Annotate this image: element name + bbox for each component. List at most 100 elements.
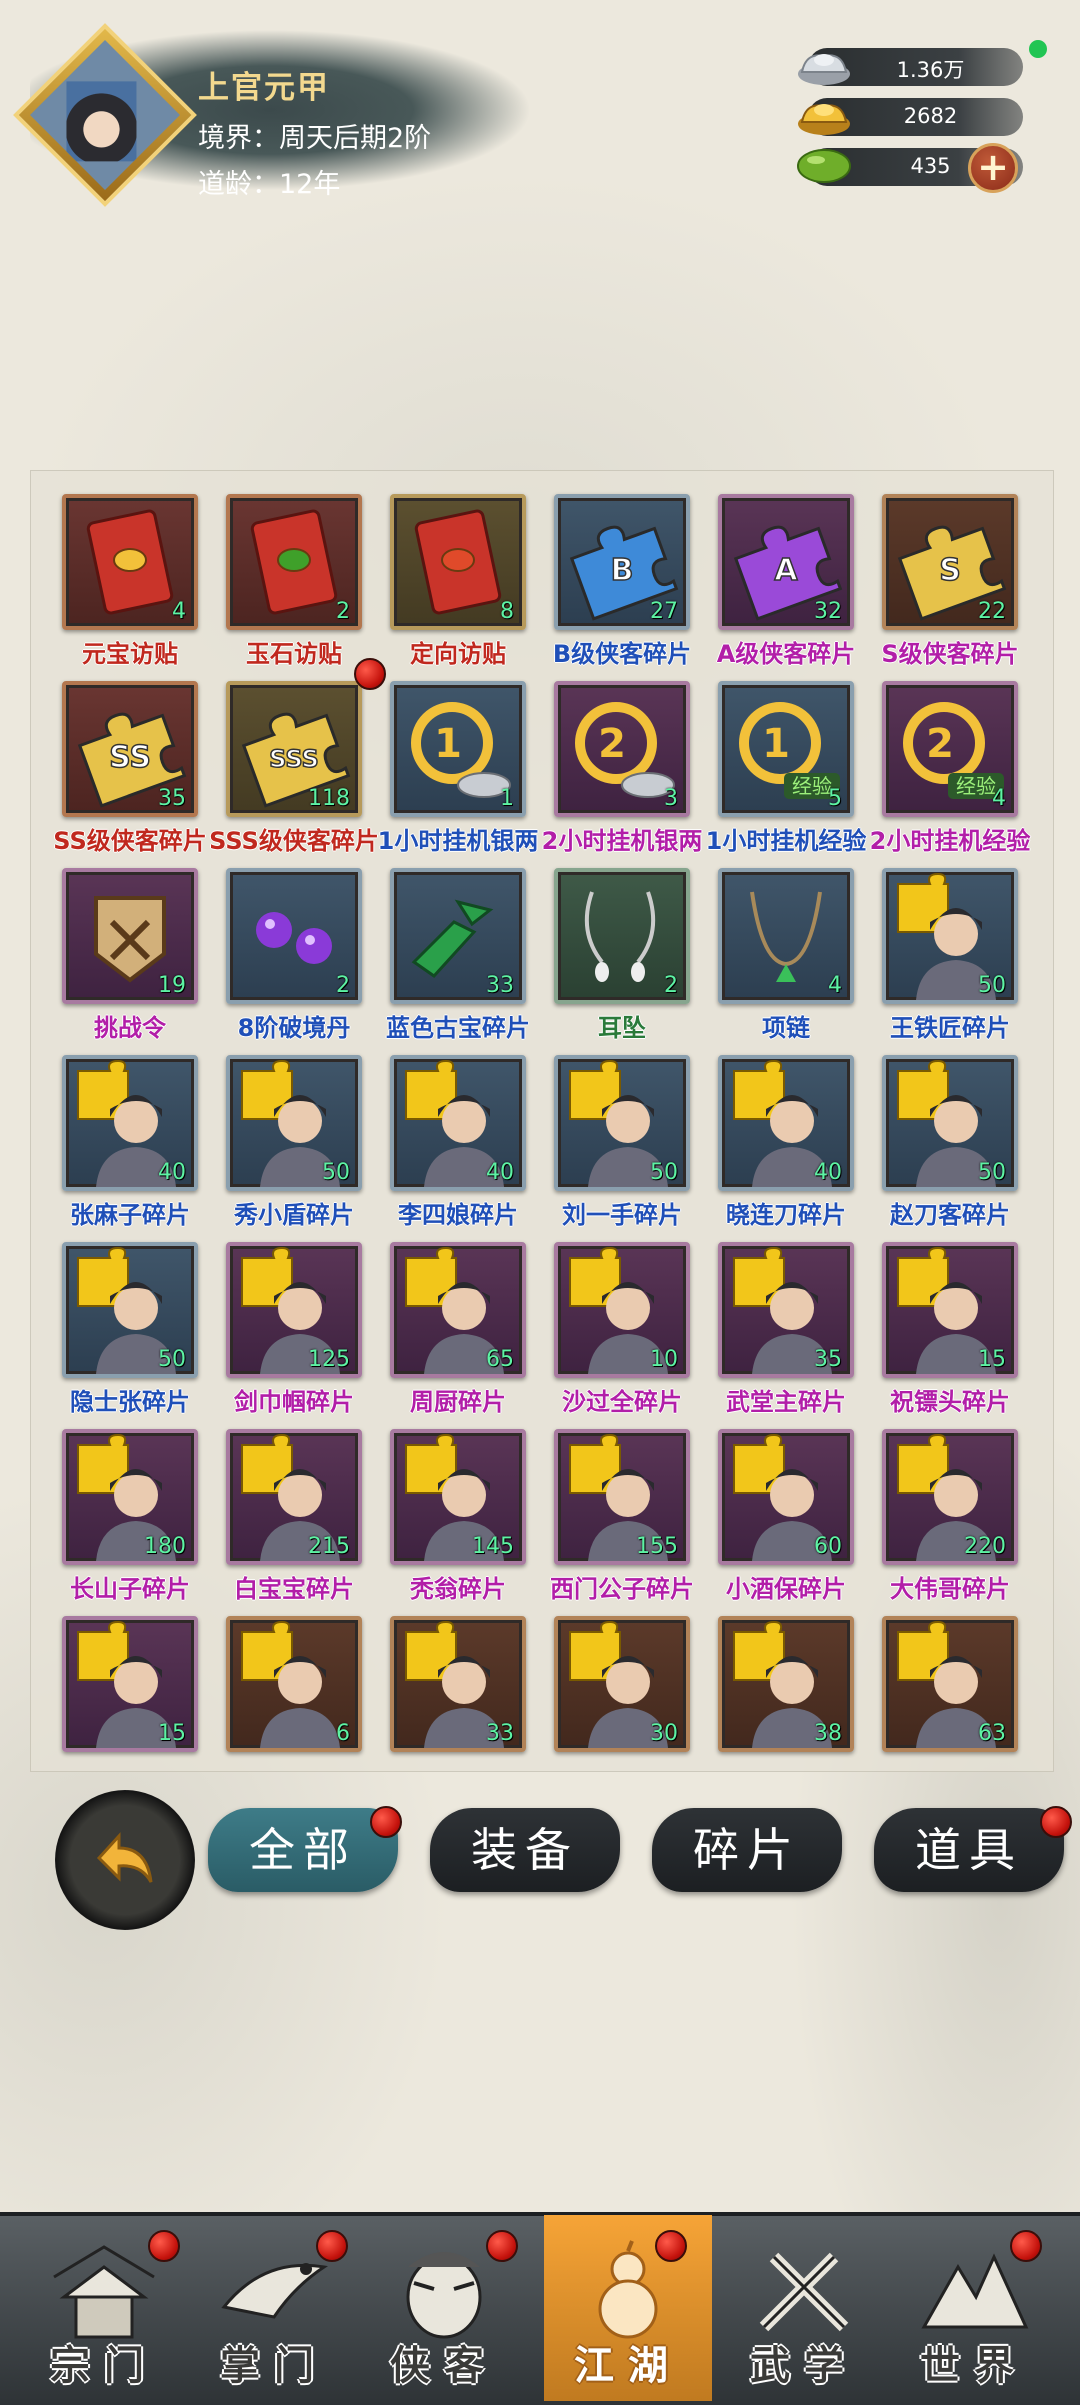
- svg-text:经验: 经验: [956, 774, 996, 798]
- item-slot[interactable]: 63: [882, 1616, 1018, 1752]
- inventory-item[interactable]: 2 经验 4 2小时挂机经验: [850, 663, 1030, 855]
- back-button[interactable]: [55, 1790, 195, 1930]
- item-slot[interactable]: 1 经验 5: [718, 681, 854, 817]
- inventory-item[interactable]: 35 武堂主碎片: [686, 1224, 854, 1416]
- item-quantity: 2: [336, 599, 350, 624]
- item-slot[interactable]: 220: [882, 1429, 1018, 1565]
- inventory-item[interactable]: 65 周厨碎片: [358, 1224, 526, 1416]
- item-slot[interactable]: 65: [390, 1242, 526, 1378]
- item-slot[interactable]: 33: [390, 1616, 526, 1752]
- item-slot[interactable]: 15: [62, 1616, 198, 1752]
- inventory-item[interactable]: 40 李四娘碎片: [358, 1037, 526, 1229]
- nav-martial[interactable]: 武学: [720, 2215, 888, 2401]
- item-quantity: 5: [828, 786, 842, 811]
- item-slot[interactable]: S 22: [882, 494, 1018, 630]
- item-slot[interactable]: 50: [882, 1055, 1018, 1191]
- item-slot[interactable]: 60: [718, 1429, 854, 1565]
- item-slot[interactable]: A 32: [718, 494, 854, 630]
- item-slot[interactable]: 2 经验 4: [882, 681, 1018, 817]
- inventory-item[interactable]: SSS 118 SSS级侠客碎片: [194, 663, 379, 855]
- inventory-item[interactable]: 6: [194, 1598, 362, 1784]
- inventory-item[interactable]: 15 祝镖头碎片: [850, 1224, 1018, 1416]
- item-slot[interactable]: 38: [718, 1616, 854, 1752]
- inventory-item[interactable]: 33: [358, 1598, 526, 1784]
- inventory-item[interactable]: B 27 B级侠客碎片: [522, 476, 691, 668]
- inventory-item[interactable]: 1 1 1小时挂机银两: [358, 663, 538, 855]
- item-slot[interactable]: 2: [554, 868, 690, 1004]
- item-slot[interactable]: 33: [390, 868, 526, 1004]
- item-slot[interactable]: 50: [62, 1242, 198, 1378]
- item-slot[interactable]: 50: [882, 868, 1018, 1004]
- inventory-item[interactable]: 60 小酒保碎片: [686, 1411, 854, 1603]
- inventory-item[interactable]: SS 35 SS级侠客碎片: [30, 663, 207, 855]
- item-slot[interactable]: 30: [554, 1616, 690, 1752]
- inventory-item[interactable]: 2 8阶破境丹: [194, 850, 362, 1042]
- item-quantity: 32: [814, 599, 842, 624]
- inventory-item[interactable]: 180 长山子碎片: [30, 1411, 198, 1603]
- inventory-item[interactable]: 2 3 2小时挂机银两: [522, 663, 702, 855]
- item-slot[interactable]: 215: [226, 1429, 362, 1565]
- item-slot[interactable]: 40: [718, 1055, 854, 1191]
- inventory-item[interactable]: 2 玉石访贴: [194, 476, 362, 668]
- tab-items[interactable]: 道具: [874, 1808, 1064, 1892]
- inventory-item[interactable]: 15: [30, 1598, 198, 1784]
- item-slot[interactable]: 35: [718, 1242, 854, 1378]
- item-slot[interactable]: 2: [226, 868, 362, 1004]
- inventory-item[interactable]: 4 元宝访贴: [30, 476, 198, 668]
- inventory-item[interactable]: 50 王铁匠碎片: [850, 850, 1018, 1042]
- inventory-item[interactable]: 4 项链: [686, 850, 854, 1042]
- item-slot[interactable]: 4: [718, 868, 854, 1004]
- inventory-item[interactable]: 38: [686, 1598, 854, 1784]
- item-slot[interactable]: 15: [882, 1242, 1018, 1378]
- item-slot[interactable]: 2: [226, 494, 362, 630]
- item-slot[interactable]: 11: [390, 681, 526, 817]
- item-slot[interactable]: 50: [226, 1055, 362, 1191]
- inventory-item[interactable]: 50 赵刀客碎片: [850, 1037, 1018, 1229]
- inventory-item[interactable]: 40 张麻子碎片: [30, 1037, 198, 1229]
- item-quantity: 215: [308, 1534, 350, 1559]
- svg-text:2: 2: [926, 721, 954, 767]
- inventory-item[interactable]: 145 秃翁碎片: [358, 1411, 526, 1603]
- inventory-item[interactable]: 50 秀小盾碎片: [194, 1037, 362, 1229]
- item-slot[interactable]: 50: [554, 1055, 690, 1191]
- inventory-item[interactable]: 215 白宝宝碎片: [194, 1411, 362, 1603]
- item-slot[interactable]: 19: [62, 868, 198, 1004]
- inventory-item[interactable]: 220 大伟哥碎片: [850, 1411, 1018, 1603]
- inventory-item[interactable]: 155 西门公子碎片: [522, 1411, 694, 1603]
- item-slot[interactable]: 145: [390, 1429, 526, 1565]
- item-slot[interactable]: SSS 118: [226, 681, 362, 817]
- item-slot[interactable]: B 27: [554, 494, 690, 630]
- item-slot[interactable]: SS 35: [62, 681, 198, 817]
- item-slot[interactable]: 6: [226, 1616, 362, 1752]
- item-slot[interactable]: 40: [390, 1055, 526, 1191]
- inventory-item[interactable]: 40 晓连刀碎片: [686, 1037, 854, 1229]
- inventory-item[interactable]: 50 隐士张碎片: [30, 1224, 198, 1416]
- item-slot[interactable]: 40: [62, 1055, 198, 1191]
- inventory-item[interactable]: 10 沙过全碎片: [522, 1224, 690, 1416]
- inventory-item[interactable]: 33 蓝色古宝碎片: [358, 850, 530, 1042]
- jade-stone-icon: [797, 149, 851, 183]
- svg-text:1: 1: [762, 721, 790, 767]
- inventory-item[interactable]: A 32 A级侠客碎片: [686, 476, 855, 668]
- inventory-item[interactable]: S 22 S级侠客碎片: [850, 476, 1019, 668]
- inventory-item[interactable]: 1 经验 5 1小时挂机经验: [686, 663, 866, 855]
- inventory-item[interactable]: 2 耳坠: [522, 850, 690, 1042]
- item-quantity: 22: [978, 599, 1006, 624]
- inventory-item[interactable]: 63: [850, 1598, 1018, 1784]
- inventory-item[interactable]: 19 挑战令: [30, 850, 198, 1042]
- add-jade-button[interactable]: +: [968, 143, 1018, 193]
- item-slot[interactable]: 180: [62, 1429, 198, 1565]
- inventory-item[interactable]: 50 刘一手碎片: [522, 1037, 690, 1229]
- item-slot[interactable]: 4: [62, 494, 198, 630]
- item-slot[interactable]: 8: [390, 494, 526, 630]
- item-slot[interactable]: 155: [554, 1429, 690, 1565]
- item-slot[interactable]: 125: [226, 1242, 362, 1378]
- item-quantity: 30: [650, 1721, 678, 1746]
- item-slot[interactable]: 23: [554, 681, 690, 817]
- inventory-item[interactable]: 30: [522, 1598, 690, 1784]
- inventory-item[interactable]: 8 定向访贴: [358, 476, 526, 668]
- tab-equipment[interactable]: 装备: [430, 1808, 620, 1892]
- inventory-item[interactable]: 125 剑巾帼碎片: [194, 1224, 362, 1416]
- tab-fragments[interactable]: 碎片: [652, 1808, 842, 1892]
- item-slot[interactable]: 10: [554, 1242, 690, 1378]
